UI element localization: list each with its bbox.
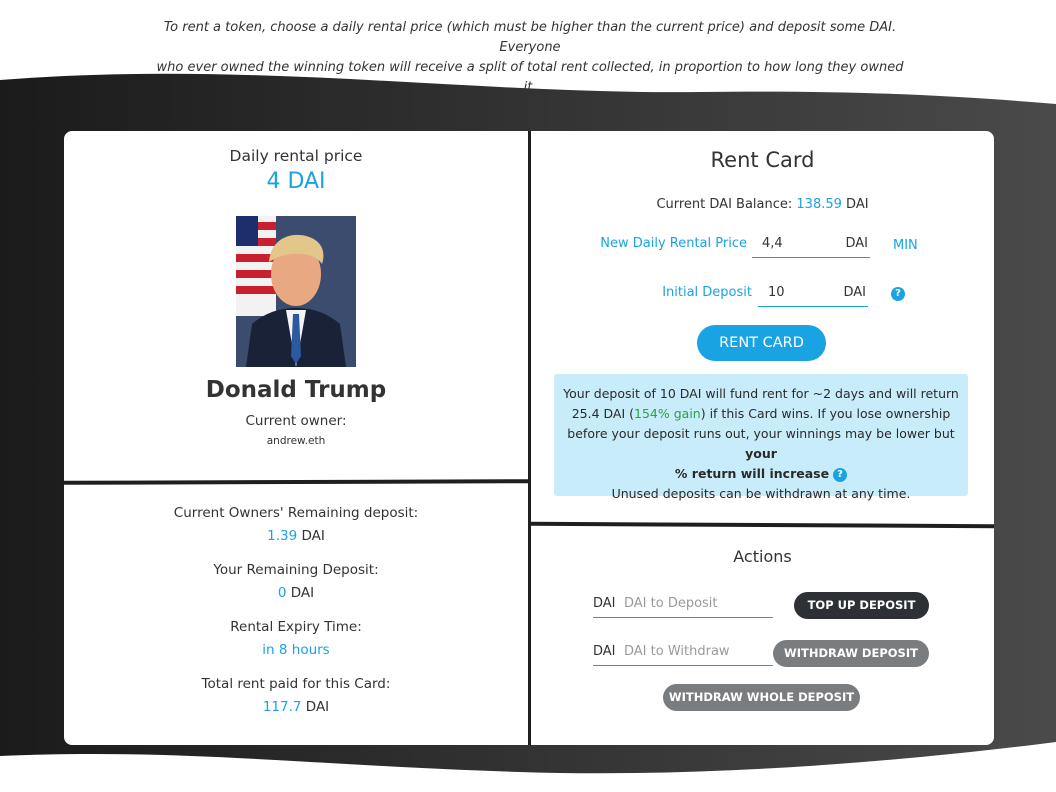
- total-rent-value: 117.7: [262, 699, 302, 715]
- question-icon[interactable]: ?: [891, 287, 905, 301]
- rent-title: Rent Card: [710, 148, 815, 172]
- withdraw-deposit-button[interactable]: WITHDRAW DEPOSIT: [773, 640, 929, 667]
- owner-deposit-label: Current Owners' Remaining deposit:: [173, 505, 419, 521]
- withdraw-placeholder: DAI to Withdraw: [624, 644, 730, 659]
- expiry-label: Rental Expiry Time:: [230, 619, 362, 635]
- total-rent-label: Total rent paid for this Card:: [201, 676, 391, 692]
- info-gain: 154% gain: [634, 406, 701, 421]
- owner-deposit: 1.39 DAI: [64, 525, 528, 548]
- rent-card-button[interactable]: RENT CARD: [697, 325, 826, 361]
- balance-label: Current DAI Balance:: [656, 197, 793, 212]
- left-horizontal-divider: [64, 479, 529, 485]
- balance-value: 138.59: [796, 197, 842, 212]
- price-field[interactable]: 4,4 DAI: [752, 231, 870, 258]
- owner-label: Current owner:: [245, 413, 347, 429]
- deposit-field-label: Initial Deposit: [662, 285, 752, 300]
- owner-deposit-value: 1.39: [267, 528, 298, 544]
- token-name: Donald Trump: [205, 377, 387, 403]
- your-deposit-value: 0: [277, 585, 287, 601]
- info-line-5: Unused deposits can be withdrawn at any …: [611, 486, 911, 501]
- info-return: 25.4 DAI (: [571, 406, 635, 421]
- info-box: Your deposit of 10 DAI will fund rent fo…: [554, 374, 968, 501]
- total-rent: 117.7 DAI: [64, 696, 528, 719]
- balance-line: Current DAI Balance: 138.59 DAI: [531, 197, 994, 212]
- withdraw-unit: DAI: [593, 644, 616, 659]
- info-line-1: Your deposit of 10 DAI will fund rent fo…: [563, 386, 959, 401]
- intro-line-1: To rent a token, choose a daily rental p…: [163, 20, 897, 55]
- info-warning: before your deposit runs out, your winni…: [567, 426, 955, 441]
- intro-line-2: who ever owned the winning token will re…: [156, 60, 904, 95]
- price-field-label: New Daily Rental Price: [600, 236, 747, 251]
- price-field-value: 4,4: [762, 236, 783, 251]
- price-label: Daily rental price: [229, 147, 363, 165]
- balance-unit: DAI: [846, 197, 869, 212]
- deposit-amount-input[interactable]: DAI DAI to Deposit: [593, 591, 773, 618]
- vertical-divider: [528, 131, 531, 745]
- withdraw-amount-input[interactable]: DAI DAI to Withdraw: [593, 639, 773, 666]
- deposit-field-unit: DAI: [843, 285, 866, 300]
- owner-deposit-unit: DAI: [301, 528, 325, 544]
- min-link[interactable]: MIN: [893, 238, 918, 253]
- actions-title: Actions: [733, 547, 792, 566]
- price-field-unit: DAI: [845, 236, 868, 251]
- top-up-deposit-button[interactable]: TOP UP DEPOSIT: [794, 592, 929, 619]
- info-line-3: before your deposit runs out, your winni…: [554, 424, 968, 464]
- question-icon[interactable]: ?: [833, 467, 848, 482]
- token-details: Donald Trump Current owner: andrew.eth: [64, 377, 528, 447]
- info-bold-1: your: [745, 446, 777, 461]
- deposit-field[interactable]: 10 DAI: [758, 280, 868, 307]
- price-value: 4 DAI: [266, 169, 326, 194]
- info-condition: ) if this Card wins. If you lose ownersh…: [700, 406, 951, 421]
- info-line-2: 25.4 DAI (154% gain) if this Card wins. …: [554, 404, 968, 424]
- your-deposit: 0 DAI: [64, 582, 528, 605]
- expiry-value: in 8 hours: [262, 642, 330, 658]
- stats-panel: Current Owners' Remaining deposit: 1.39 …: [64, 502, 528, 719]
- right-horizontal-divider: [530, 521, 994, 529]
- owner-value: andrew.eth: [266, 435, 326, 447]
- deposit-unit: DAI: [593, 596, 616, 611]
- info-line-4: % return will increase ?: [554, 464, 968, 484]
- main-card: Daily rental price 4 DAI Donald Trump Cu…: [64, 131, 994, 745]
- your-deposit-unit: DAI: [290, 585, 315, 601]
- deposit-placeholder: DAI to Deposit: [624, 596, 718, 611]
- token-panel: Daily rental price 4 DAI: [64, 147, 528, 194]
- your-deposit-label: Your Remaining Deposit:: [213, 562, 379, 578]
- intro-text: To rent a token, choose a daily rental p…: [150, 18, 910, 98]
- total-rent-unit: DAI: [305, 699, 330, 715]
- deposit-field-value: 10: [768, 285, 785, 300]
- withdraw-whole-deposit-button[interactable]: WITHDRAW WHOLE DEPOSIT: [663, 684, 860, 711]
- token-image: [236, 216, 356, 367]
- info-bold-2: % return will increase: [674, 466, 830, 481]
